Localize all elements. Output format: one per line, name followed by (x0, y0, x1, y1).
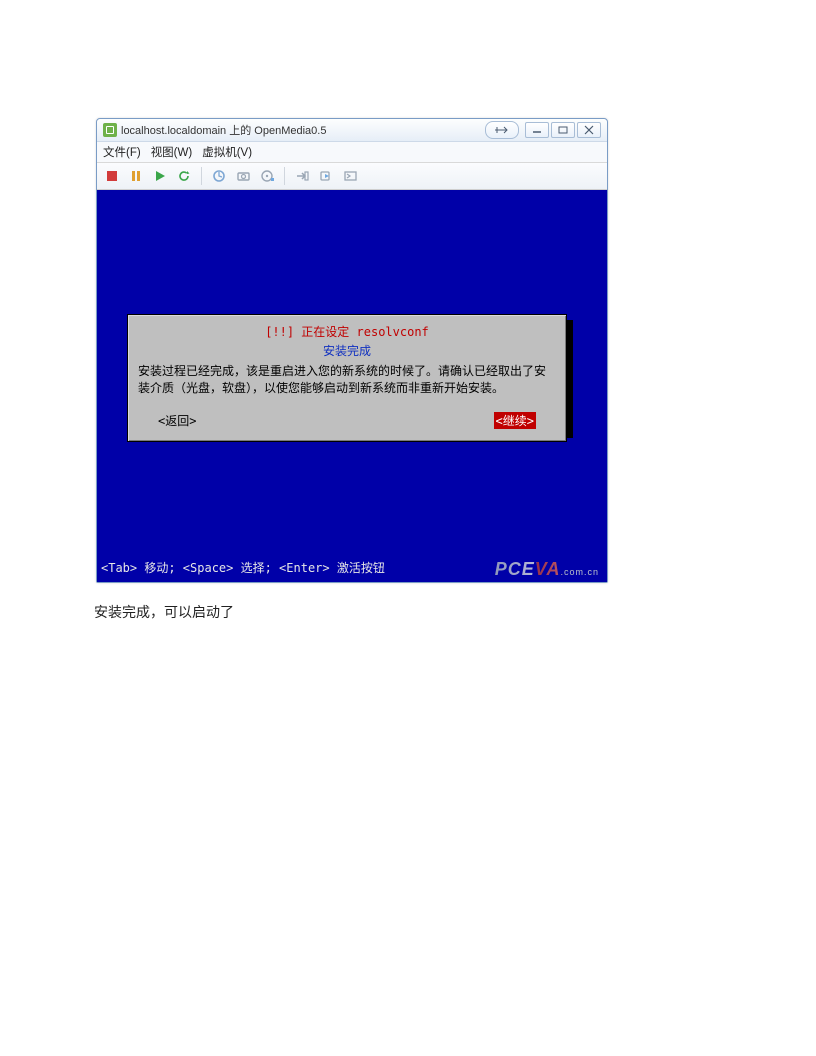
cdrom-icon[interactable] (258, 167, 276, 185)
stop-icon[interactable] (103, 167, 121, 185)
titlebar[interactable]: localhost.localdomain 上的 OpenMedia0.5 (97, 119, 607, 142)
window-title: localhost.localdomain 上的 OpenMedia0.5 (121, 122, 326, 138)
toolbar-sep-2 (284, 167, 285, 185)
maximize-button[interactable] (551, 122, 575, 138)
menu-file[interactable]: 文件(F) (103, 144, 141, 160)
toolbar (97, 163, 607, 190)
dialog-body: 安装过程已经完成，该是重启进入您的新系统的时候了。请确认已经取出了安装介质（光盘… (138, 363, 556, 398)
grab-icon[interactable] (293, 167, 311, 185)
toolbar-sep (201, 167, 202, 185)
dialog-actions: <返回> <继续> (138, 412, 556, 429)
key-hint-bar: <Tab> 移动; <Space> 选择; <Enter> 激活按钮 (101, 559, 385, 576)
installer-dialog: [!!] 正在设定 resolvconf 安装完成 安装过程已经完成，该是重启进… (127, 314, 567, 442)
pause-icon[interactable] (127, 167, 145, 185)
app-icon (103, 123, 117, 137)
watermark: PCEVA.com.cn (495, 559, 599, 580)
vm-window: localhost.localdomain 上的 OpenMedia0.5 文件… (96, 118, 608, 583)
send-cad-icon[interactable] (317, 167, 335, 185)
caption-text: 安装完成，可以启动了 (94, 602, 234, 622)
window-controls (485, 121, 601, 139)
usb-devices-button[interactable] (485, 121, 519, 139)
snapshot-icon[interactable] (210, 167, 228, 185)
watermark-main: PCEVA (495, 559, 561, 579)
continue-button[interactable]: <继续> (494, 412, 536, 429)
vm-console[interactable]: [!!] 正在设定 resolvconf 安装完成 安装过程已经完成，该是重启进… (97, 190, 607, 582)
play-icon[interactable] (151, 167, 169, 185)
minimize-button[interactable] (525, 122, 549, 138)
dialog-subtitle: 安装完成 (138, 342, 556, 359)
refresh-icon[interactable] (175, 167, 193, 185)
screenshot-icon[interactable] (234, 167, 252, 185)
fullscreen-icon[interactable] (341, 167, 359, 185)
close-button[interactable] (577, 122, 601, 138)
dialog-title: [!!] 正在设定 resolvconf (138, 323, 556, 340)
menubar: 文件(F) 视图(W) 虚拟机(V) (97, 142, 607, 163)
menu-view[interactable]: 视图(W) (151, 144, 193, 160)
watermark-tail: .com.cn (560, 567, 599, 577)
menu-vm[interactable]: 虚拟机(V) (202, 144, 252, 160)
back-button[interactable]: <返回> (158, 412, 196, 429)
